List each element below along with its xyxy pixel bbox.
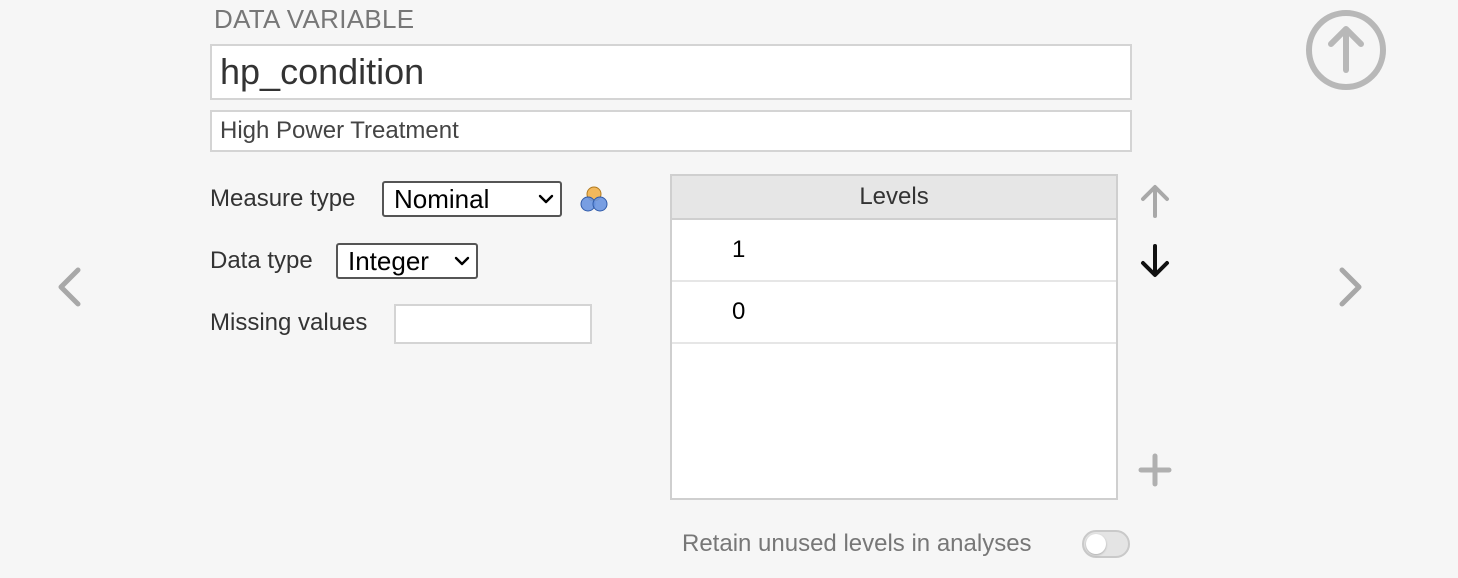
next-variable-button[interactable] [1334,264,1368,310]
arrow-down-icon [1141,244,1169,277]
collapse-button[interactable] [1304,8,1388,92]
variable-name-input[interactable] [210,44,1132,100]
measure-type-value: Nominal [394,183,490,214]
measure-type-label: Measure type [210,185,356,212]
chevron-left-icon [58,267,81,307]
nominal-circles-icon [578,184,610,216]
chevron-down-icon [454,256,470,266]
move-level-down-button[interactable] [1137,241,1173,281]
section-title: DATA VARIABLE [214,4,415,34]
levels-panel: Levels 1 0 [670,174,1118,500]
chevron-down-icon [538,194,554,204]
data-type-select[interactable]: Integer [336,243,478,279]
chevron-right-icon [1339,267,1362,307]
plus-icon [1138,453,1172,487]
missing-values-input[interactable] [394,304,592,344]
data-type-value: Integer [348,245,429,276]
toggle-knob [1086,534,1106,554]
variable-description-input[interactable] [210,110,1132,152]
previous-variable-button[interactable] [52,264,86,310]
data-type-label: Data type [210,247,313,274]
measure-type-select[interactable]: Nominal [382,181,562,217]
level-item[interactable]: 0 [672,282,1116,344]
add-level-button[interactable] [1137,450,1173,490]
move-level-up-button[interactable] [1137,182,1173,222]
levels-header: Levels [672,176,1116,220]
arrow-up-icon [1141,185,1169,218]
retain-unused-levels-label: Retain unused levels in analyses [682,530,1032,557]
missing-values-label: Missing values [210,309,368,336]
arrow-up-circle-icon [1306,10,1386,90]
level-item[interactable]: 1 [672,220,1116,282]
retain-unused-levels-toggle[interactable] [1082,530,1130,558]
